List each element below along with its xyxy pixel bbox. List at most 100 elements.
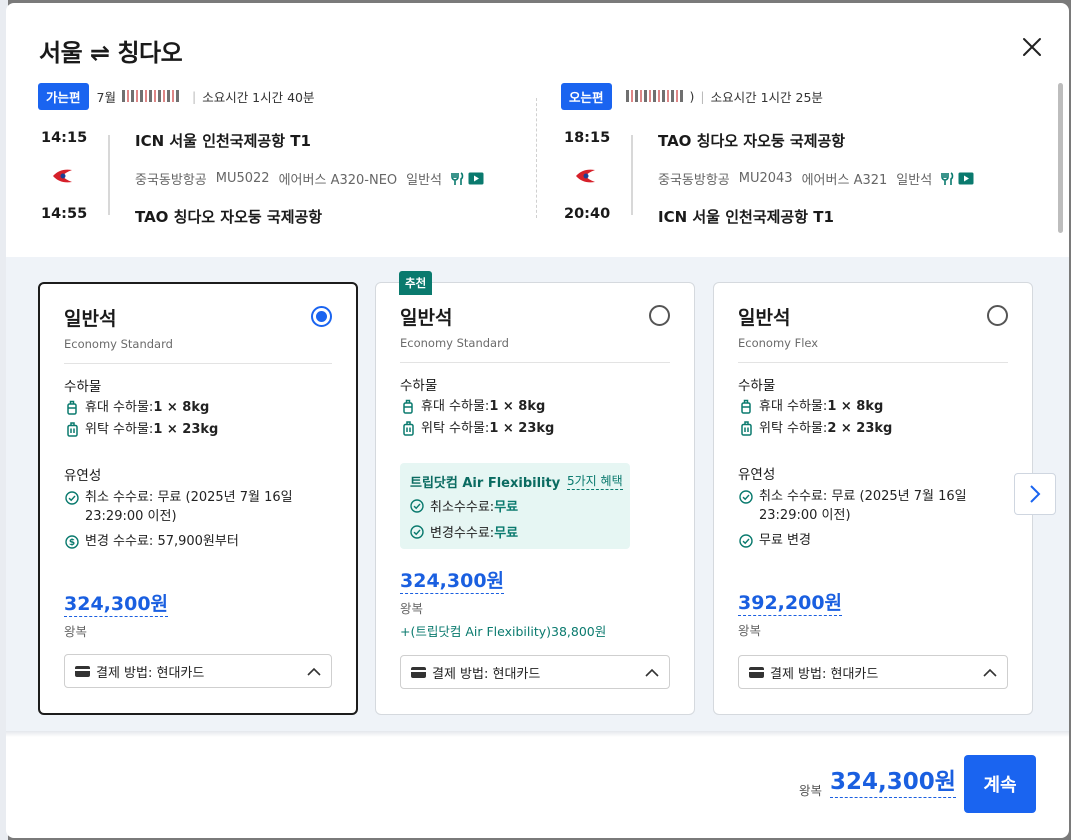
change-fee: $ 변경 수수료: 57,900원부터 <box>64 532 339 551</box>
total-roundtrip-label: 왕복 <box>799 783 823 798</box>
redacted-date <box>121 90 180 102</box>
total-price[interactable]: 324,300원 <box>830 767 956 798</box>
fare-card-standard-flexibility[interactable]: 일반석 Economy Standard 수하물 휴대 수하물: 1 × 8kg… <box>375 282 695 715</box>
fare-radio[interactable] <box>649 305 670 326</box>
carry-on-bag-icon <box>403 399 413 414</box>
flexibility-title: 유연성 <box>64 468 102 484</box>
recommended-badge: 추천 <box>399 271 433 295</box>
divider: | <box>700 88 705 104</box>
return-duration: 소요시간 1시간 25분 <box>710 89 823 105</box>
payment-method-dropdown[interactable]: 결제 방법: 현대카드 <box>400 655 670 689</box>
payment-method-dropdown[interactable]: 결제 방법: 현대카드 <box>738 655 1008 689</box>
dollar-circle-icon: $ <box>65 534 79 549</box>
check-circle-icon <box>739 533 753 548</box>
price-roundtrip-label: 왕복 <box>64 624 88 639</box>
fare-radio[interactable] <box>311 306 332 327</box>
outbound-badge: 가는편 <box>38 82 89 110</box>
check-circle-icon <box>65 490 79 505</box>
chevron-right-icon <box>1030 485 1041 503</box>
timeline-line <box>108 135 110 215</box>
air-flexibility-box: 트립닷컴 Air Flexibility 5가지 혜택 취소수수료: 무료 변경… <box>400 463 630 549</box>
air-flexibility-title: 트립닷컴 Air Flexibility <box>410 476 561 491</box>
cabin-class: 일반석 <box>896 173 933 188</box>
return-depart-airport: TAO 칭다오 자오둥 국제공항 <box>658 132 846 150</box>
flight-number: MU2043 <box>738 171 793 186</box>
aircraft-type: 에어버스 A321 <box>801 173 888 188</box>
fare-price[interactable]: 324,300원 <box>400 570 505 594</box>
flexibility-addon-price: +(트립닷컴 Air Flexibility)38,800원 <box>400 624 607 639</box>
china-eastern-logo <box>52 167 74 189</box>
entertainment-icon <box>468 172 484 185</box>
amenity-icons <box>451 171 484 186</box>
outbound-leg: 가는편 7월 | 소요시간 1시간 40분 14:15 14:55 ICN 서울… <box>38 82 538 228</box>
carry-on-baggage: 휴대 수하물: 1 × 8kg <box>400 397 675 416</box>
outbound-date: 7월 <box>96 89 116 105</box>
divider <box>64 363 332 364</box>
checked-baggage: 위탁 수하물: 1 × 23kg <box>400 419 675 438</box>
fare-subtitle: Economy Standard <box>64 337 173 351</box>
airline-name: 중국동방항공 <box>658 173 730 188</box>
entertainment-icon <box>958 172 974 185</box>
fare-radio[interactable] <box>987 305 1008 326</box>
outbound-depart-time: 14:15 <box>41 130 88 146</box>
return-date-suffix: ) <box>689 88 695 104</box>
checked-baggage: 위탁 수하물: 2 × 23kg <box>738 419 1013 438</box>
outbound-depart-airport: ICN 서울 인천국제공항 T1 <box>135 132 311 150</box>
checked-bag-icon <box>740 421 752 436</box>
close-button[interactable] <box>1014 29 1050 65</box>
footer-divider <box>6 731 1069 737</box>
payment-method-dropdown[interactable]: 결제 방법: 현대카드 <box>64 654 332 688</box>
fare-selection-modal: 서울 ⇌ 칭다오 가는편 7월 | 소요시간 1시간 40분 14:15 14:… <box>6 3 1069 838</box>
price-roundtrip-label: 왕복 <box>400 601 424 616</box>
carry-on-baggage: 휴대 수하물: 1 × 8kg <box>738 397 1013 416</box>
divider <box>738 362 1008 363</box>
return-arrive-airport: ICN 서울 인천국제공항 T1 <box>658 208 834 226</box>
flight-number: MU5022 <box>215 171 270 186</box>
checked-bag-icon <box>66 422 78 437</box>
checked-bag-icon <box>402 421 414 436</box>
flexibility-title: 유연성 <box>738 467 776 483</box>
airline-name: 중국동방항공 <box>135 173 207 188</box>
outbound-duration: 소요시간 1시간 40분 <box>202 89 315 105</box>
credit-card-icon <box>411 666 426 678</box>
flex-cancel-fee: 취소수수료: 무료 <box>410 496 518 515</box>
china-eastern-logo <box>575 167 597 189</box>
aircraft-type: 에어버스 A320-NEO <box>278 173 398 188</box>
continue-button[interactable]: 계속 <box>964 755 1036 813</box>
chevron-up-icon <box>983 668 997 677</box>
free-change: 무료 변경 <box>738 531 1013 550</box>
checked-baggage: 위탁 수하물: 1 × 23kg <box>64 420 339 439</box>
price-roundtrip-label: 왕복 <box>738 623 762 638</box>
return-depart-time: 18:15 <box>564 130 611 146</box>
modal-title: 서울 ⇌ 칭다오 <box>39 39 183 67</box>
amenity-icons <box>941 171 974 186</box>
outbound-flight-info: 중국동방항공 MU5022 에어버스 A320-NEO 일반석 <box>135 169 493 188</box>
fare-price[interactable]: 324,300원 <box>64 593 169 617</box>
cancel-fee: 취소 수수료: 무료 (2025년 7월 16일 23:29:00 이전) <box>64 488 339 526</box>
legs-divider <box>536 98 537 218</box>
return-arrive-time: 20:40 <box>564 206 611 222</box>
cancel-fee: 취소 수수료: 무료 (2025년 7월 16일 23:29:00 이전) <box>738 487 1013 525</box>
fare-name: 일반석 <box>738 307 791 329</box>
chevron-up-icon <box>307 667 321 676</box>
fare-card-standard-selected[interactable]: 일반석 Economy Standard 수하물 휴대 수하물: 1 × 8kg… <box>38 282 358 715</box>
next-fares-button[interactable] <box>1014 473 1056 515</box>
carry-on-bag-icon <box>67 400 77 415</box>
chevron-up-icon <box>645 668 659 677</box>
fare-name: 일반석 <box>64 308 117 330</box>
redacted-date <box>625 90 684 102</box>
meal-icon <box>941 171 954 185</box>
check-circle-icon <box>739 489 753 504</box>
cabin-class: 일반석 <box>406 173 443 188</box>
baggage-title: 수하물 <box>738 378 776 394</box>
divider <box>400 362 670 363</box>
fare-price[interactable]: 392,200원 <box>738 592 843 616</box>
check-circle-icon <box>410 524 424 539</box>
check-circle-icon <box>410 498 424 513</box>
outbound-arrive-airport: TAO 칭다오 자오둥 국제공항 <box>135 208 323 226</box>
fare-card-flex[interactable]: 일반석 Economy Flex 수하물 휴대 수하물: 1 × 8kg 위탁 … <box>713 282 1033 715</box>
timeline-line <box>631 135 633 215</box>
return-badge: 오는편 <box>561 82 612 110</box>
credit-card-icon <box>75 665 90 677</box>
benefits-link[interactable]: 5가지 혜택 <box>567 472 623 490</box>
